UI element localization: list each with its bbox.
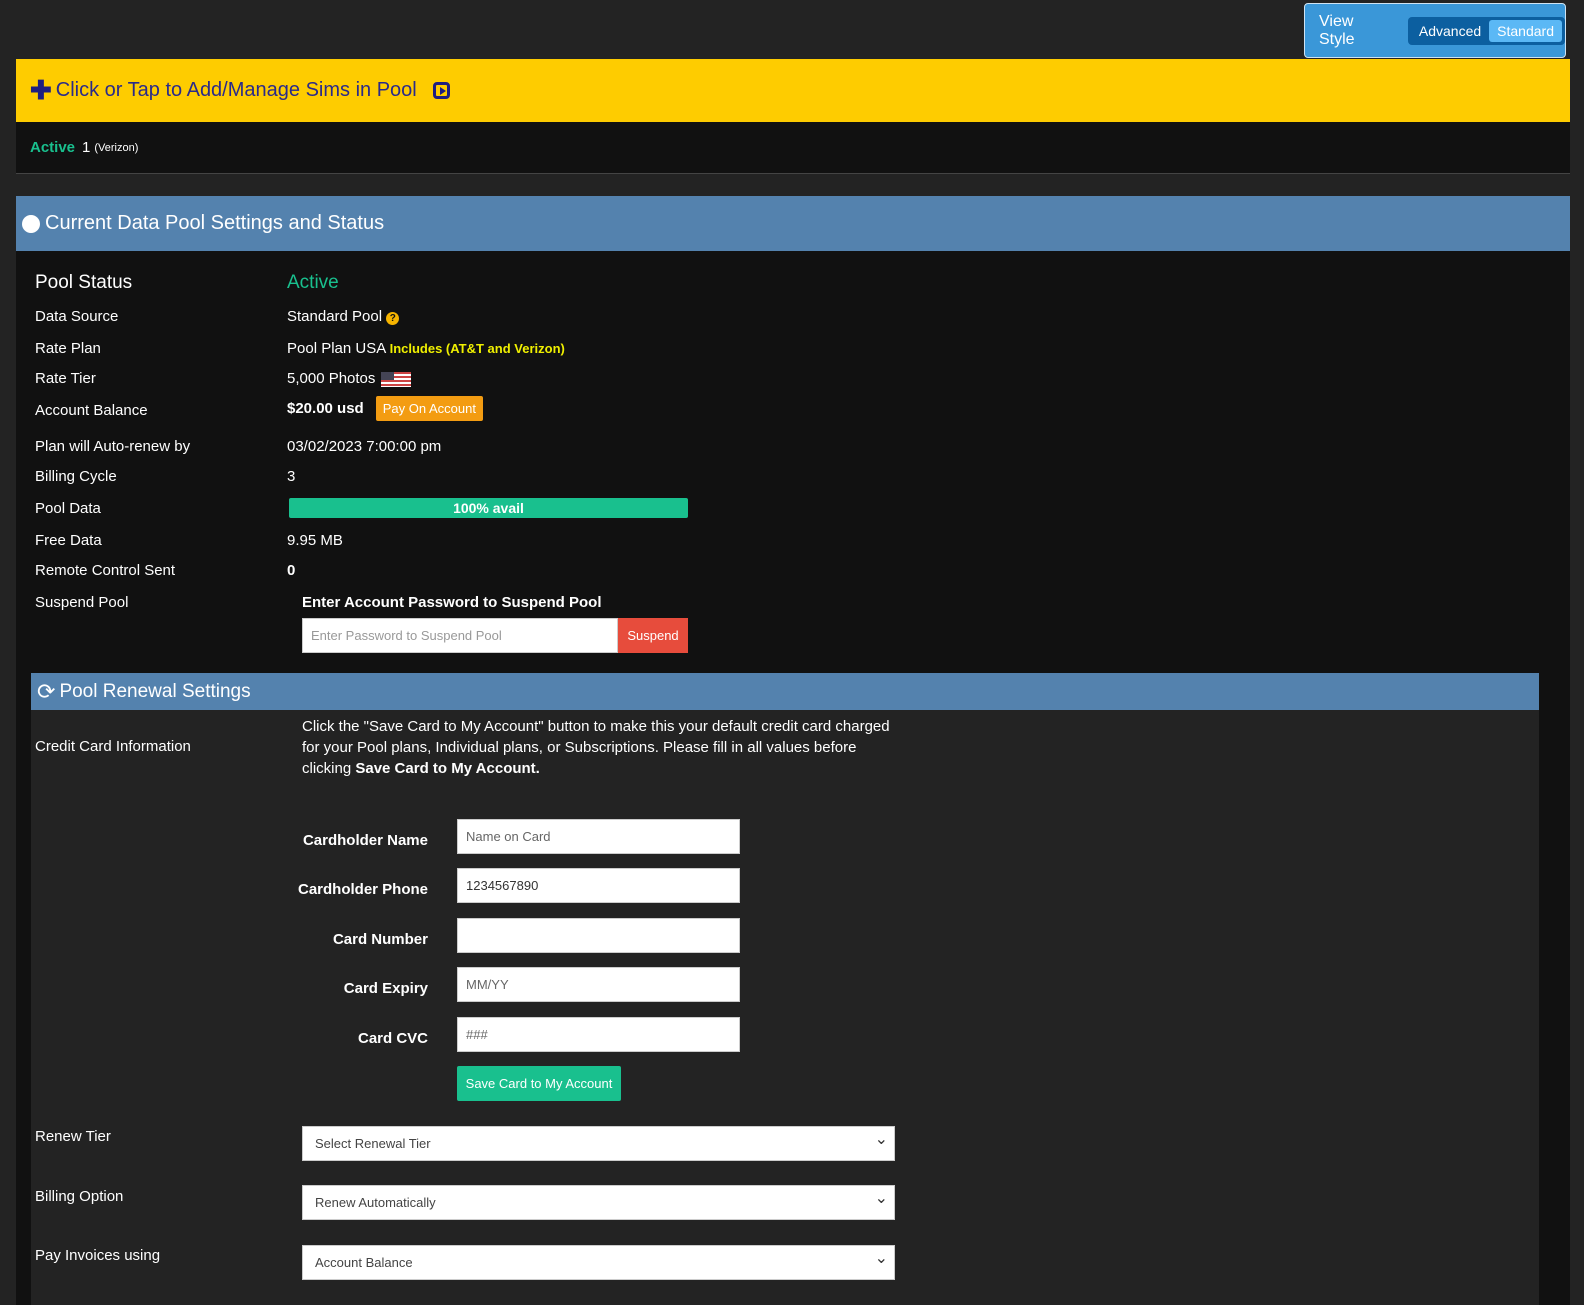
us-flag-icon	[381, 371, 412, 387]
sim-summary: Active 1 (Verizon)	[16, 122, 1570, 174]
rate-tier-value: 5,000 Photos	[287, 370, 412, 387]
sim-carrier: (Verizon)	[94, 141, 139, 154]
renew-tier-label: Renew Tier	[35, 1128, 111, 1145]
pay-invoices-label: Pay Invoices using	[35, 1247, 161, 1264]
card-cvc-label: Card CVC	[357, 1030, 428, 1047]
balance-label: Account Balance	[35, 402, 148, 419]
credit-card-text-bold: Save Card to My Account.	[355, 760, 540, 777]
add-manage-sims-bar[interactable]: ✚ Click or Tap to Add/Manage Sims in Poo…	[16, 59, 1570, 122]
billing-cycle-label: Billing Cycle	[35, 468, 117, 485]
rate-plan-text: Pool Plan USA	[287, 340, 386, 357]
renewal-settings-header: ⟳ Pool Renewal Settings	[31, 673, 1539, 710]
pool-settings-header: Current Data Pool Settings and Status	[16, 196, 1570, 251]
suspend-label: Suspend Pool	[35, 594, 129, 611]
renew-tier-select[interactable]: Select Renewal Tier	[302, 1126, 895, 1161]
pool-data-label: Pool Data	[35, 500, 101, 517]
refresh-icon: ⟳	[37, 678, 56, 704]
view-style-segments: Advanced Standard	[1407, 16, 1565, 45]
plus-icon: ✚	[30, 75, 52, 105]
free-data-value: 9.95 MB	[287, 532, 343, 549]
remote-control-label: Remote Control Sent	[35, 562, 176, 579]
globe-icon	[22, 214, 40, 233]
view-standard-button[interactable]: Standard	[1489, 19, 1562, 42]
credit-card-info: Click the "Save Card to My Account" butt…	[302, 716, 892, 779]
cardholder-name-input[interactable]: Name on Card	[457, 819, 740, 854]
card-expiry-label: Card Expiry	[343, 980, 428, 997]
free-data-label: Free Data	[35, 532, 102, 549]
help-icon[interactable]: ?	[386, 312, 400, 325]
pool-settings-title: Current Data Pool Settings and Status	[45, 212, 385, 234]
card-expiry-input[interactable]: MM/YY	[457, 967, 740, 1002]
credit-card-label: Credit Card Information	[35, 738, 191, 755]
play-icon	[432, 82, 450, 99]
balance-value: $20.00 usd Pay On Account	[287, 396, 483, 421]
save-card-button[interactable]: Save Card to My Account	[457, 1066, 621, 1101]
rate-tier-text: 5,000 Photos	[287, 370, 376, 387]
pay-on-account-button[interactable]: Pay On Account	[375, 396, 483, 421]
sim-count: 1	[82, 139, 91, 156]
renew-value: 03/02/2023 7:00:00 pm	[287, 438, 442, 455]
suspend-button[interactable]: Suspend	[618, 618, 688, 653]
remote-control-value: 0	[287, 562, 296, 579]
view-advanced-button[interactable]: Advanced	[1411, 20, 1489, 42]
rate-plan-note: Includes (AT&T and Verizon)	[389, 341, 565, 356]
cardholder-phone-input[interactable]: 1234567890	[457, 868, 740, 903]
view-style-toggle: View Style Advanced Standard	[1304, 3, 1566, 58]
rate-plan-value: Pool Plan USA Includes (AT&T and Verizon…	[287, 340, 565, 357]
data-source-value: Standard Pool ?	[287, 308, 400, 325]
card-number-label: Card Number	[332, 931, 428, 948]
add-manage-sims-label: Click or Tap to Add/Manage Sims in Pool	[55, 79, 417, 101]
data-source-label: Data Source	[35, 308, 119, 325]
billing-option-label: Billing Option	[35, 1188, 124, 1205]
cardholder-name-label: Cardholder Name	[302, 832, 428, 849]
renew-label: Plan will Auto-renew by	[35, 438, 191, 455]
pool-status-label: Pool Status	[35, 272, 133, 293]
suspend-prompt: Enter Account Password to Suspend Pool	[302, 594, 602, 611]
rate-tier-label: Rate Tier	[35, 370, 96, 387]
pool-status-value: Active	[287, 272, 339, 293]
renewal-settings-title: Pool Renewal Settings	[59, 680, 251, 702]
balance-amount: $20.00 usd	[287, 400, 364, 417]
suspend-password-input[interactable]: Enter Password to Suspend Pool	[302, 618, 618, 653]
sim-status: Active	[30, 139, 76, 156]
rate-plan-label: Rate Plan	[35, 340, 101, 357]
card-number-input[interactable]	[457, 918, 740, 953]
view-style-label: View Style	[1319, 12, 1355, 48]
card-cvc-input[interactable]: ###	[457, 1017, 740, 1052]
cardholder-phone-label: Cardholder Phone	[297, 881, 428, 898]
billing-cycle-value: 3	[287, 468, 296, 485]
billing-option-select[interactable]: Renew Automatically	[302, 1185, 895, 1220]
pool-data-progress: 100% avail	[289, 498, 688, 518]
data-source-text: Standard Pool	[287, 308, 383, 325]
pay-invoices-select[interactable]: Account Balance	[302, 1245, 895, 1280]
